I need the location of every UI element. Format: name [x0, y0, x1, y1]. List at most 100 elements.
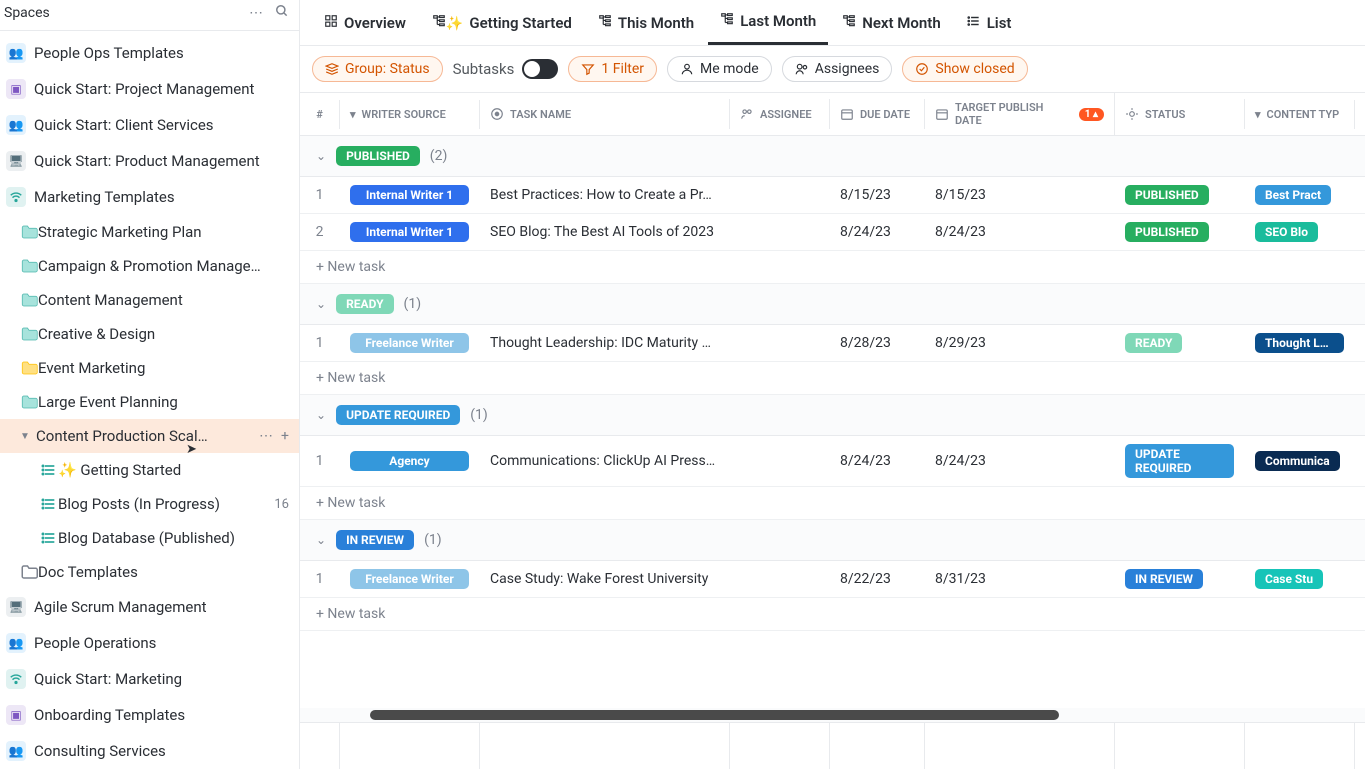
status-cell[interactable]: READY: [1115, 325, 1245, 361]
chevron-down-icon[interactable]: ⌄: [316, 408, 326, 422]
sidebar-item[interactable]: Marketing Templates: [0, 179, 299, 215]
sidebar-item[interactable]: Strategic Marketing Plan: [0, 215, 299, 249]
sidebar-item[interactable]: Blog Posts (In Progress)16: [0, 487, 299, 521]
target-date-cell[interactable]: 8/29/23: [925, 327, 1115, 359]
subtasks-toggle[interactable]: [522, 59, 558, 79]
show-closed-pill[interactable]: Show closed: [902, 56, 1027, 82]
col-content[interactable]: ▾ CONTENT TYP: [1245, 100, 1355, 129]
scrollbar-thumb[interactable]: [370, 710, 1060, 720]
sidebar-item[interactable]: 👥People Operations: [0, 625, 299, 661]
assignee-cell[interactable]: [730, 187, 830, 203]
task-row[interactable]: 1 Freelance Writer Thought Leadership: I…: [300, 325, 1365, 362]
task-name-cell[interactable]: SEO Blog: The Best AI Tools of 2023: [480, 216, 730, 248]
target-date-cell[interactable]: 8/31/23: [925, 563, 1115, 595]
writer-cell[interactable]: Agency: [340, 443, 480, 479]
task-name-cell[interactable]: Case Study: Wake Forest University: [480, 563, 730, 595]
task-row[interactable]: 1 Internal Writer 1 Best Practices: How …: [300, 177, 1365, 214]
assignee-cell[interactable]: [730, 224, 830, 240]
new-task-button[interactable]: + New task: [300, 598, 1365, 631]
more-icon[interactable]: ⋯: [259, 428, 273, 444]
assignee-cell[interactable]: [730, 571, 830, 587]
assignee-cell[interactable]: [730, 335, 830, 351]
sidebar-item[interactable]: Content Management: [0, 283, 299, 317]
target-date-cell[interactable]: 8/24/23: [925, 216, 1115, 248]
due-date-cell[interactable]: 8/15/23: [830, 179, 925, 211]
view-tab[interactable]: Overview: [312, 6, 418, 44]
status-cell[interactable]: PUBLISHED: [1115, 177, 1245, 213]
col-due[interactable]: DUE DATE: [830, 99, 925, 129]
sidebar-item[interactable]: Creative & Design: [0, 317, 299, 351]
new-task-button[interactable]: + New task: [300, 487, 1365, 520]
col-status[interactable]: STATUS: [1115, 99, 1245, 129]
chevron-down-icon[interactable]: ⌄: [316, 533, 326, 547]
sidebar-item[interactable]: ✨ Getting Started: [0, 453, 299, 487]
view-tab[interactable]: This Month: [586, 6, 706, 44]
sidebar-item[interactable]: ▣Quick Start: Project Management: [0, 71, 299, 107]
new-task-button[interactable]: + New task: [300, 362, 1365, 395]
sidebar-item[interactable]: Blog Database (Published): [0, 521, 299, 555]
task-name-cell[interactable]: Best Practices: How to Create a Pr…: [480, 179, 730, 211]
sidebar-item[interactable]: 👥People Ops Templates: [0, 35, 299, 71]
me-mode-pill[interactable]: Me mode: [667, 56, 772, 82]
sidebar-item[interactable]: 🖥Agile Scrum Management: [0, 589, 299, 625]
sidebar-item[interactable]: Large Event Planning: [0, 385, 299, 419]
content-type-cell[interactable]: Case Stu: [1245, 561, 1355, 597]
writer-cell[interactable]: Freelance Writer: [340, 325, 480, 361]
horizontal-scrollbar[interactable]: [300, 708, 1365, 722]
group-pill[interactable]: Group: Status: [312, 56, 443, 82]
content-type-cell[interactable]: Best Pract: [1245, 177, 1355, 213]
assignee-cell[interactable]: [730, 453, 830, 469]
status-cell[interactable]: PUBLISHED: [1115, 214, 1245, 250]
content-type-cell[interactable]: SEO Blo: [1245, 214, 1355, 250]
group-header[interactable]: ⌄ UPDATE REQUIRED (1): [300, 395, 1365, 436]
chevron-down-icon[interactable]: ⌄: [316, 149, 326, 163]
view-tab[interactable]: Last Month: [708, 4, 828, 45]
group-header[interactable]: ⌄ PUBLISHED (2): [300, 136, 1365, 177]
chevron-down-icon[interactable]: ⌄: [316, 297, 326, 311]
sidebar-item[interactable]: Doc Templates: [0, 555, 299, 589]
sidebar-item[interactable]: 🖥Quick Start: Product Management: [0, 143, 299, 179]
sidebar-item[interactable]: ▼Content Production Scal…⋯+: [0, 419, 299, 453]
sidebar-item[interactable]: Campaign & Promotion Manage…: [0, 249, 299, 283]
due-date-cell[interactable]: 8/28/23: [830, 327, 925, 359]
plus-icon[interactable]: +: [281, 428, 289, 444]
status-cell[interactable]: UPDATE REQUIRED: [1115, 436, 1245, 486]
col-target[interactable]: TARGET PUBLISH DATE 1 ▴: [925, 93, 1115, 135]
task-row[interactable]: 1 Freelance Writer Case Study: Wake Fore…: [300, 561, 1365, 598]
group-header[interactable]: ⌄ READY (1): [300, 284, 1365, 325]
sidebar-item[interactable]: 👥Consulting Services: [0, 733, 299, 769]
col-number[interactable]: #: [300, 100, 340, 129]
status-cell[interactable]: IN REVIEW: [1115, 561, 1245, 597]
target-date-cell[interactable]: 8/15/23: [925, 179, 1115, 211]
content-type-cell[interactable]: Communica: [1245, 443, 1355, 479]
due-date-cell[interactable]: 8/24/23: [830, 445, 925, 477]
task-row[interactable]: 2 Internal Writer 1 SEO Blog: The Best A…: [300, 214, 1365, 251]
task-name-cell[interactable]: Communications: ClickUp AI Press…: [480, 445, 730, 477]
view-tab[interactable]: Next Month: [830, 6, 952, 44]
chevron-down-icon[interactable]: ▼: [20, 431, 34, 442]
sidebar-item[interactable]: Quick Start: Marketing: [0, 661, 299, 697]
new-task-button[interactable]: + New task: [300, 251, 1365, 284]
filter-pill[interactable]: 1 Filter: [568, 56, 657, 82]
col-writer[interactable]: ▾ WRITER SOURCE: [340, 100, 480, 129]
group-header[interactable]: ⌄ IN REVIEW (1): [300, 520, 1365, 561]
writer-cell[interactable]: Freelance Writer: [340, 561, 480, 597]
target-date-cell[interactable]: 8/24/23: [925, 445, 1115, 477]
view-tab[interactable]: List: [955, 6, 1024, 44]
due-date-cell[interactable]: 8/22/23: [830, 563, 925, 595]
task-row[interactable]: 1 Agency Communications: ClickUp AI Pres…: [300, 436, 1365, 487]
sidebar-item[interactable]: 👥Quick Start: Client Services: [0, 107, 299, 143]
content-type-cell[interactable]: Thought Lead: [1245, 325, 1355, 361]
due-date-cell[interactable]: 8/24/23: [830, 216, 925, 248]
sidebar-item[interactable]: ▣Onboarding Templates: [0, 697, 299, 733]
writer-cell[interactable]: Internal Writer 1: [340, 214, 480, 250]
task-name-cell[interactable]: Thought Leadership: IDC Maturity …: [480, 327, 730, 359]
assignees-pill[interactable]: Assignees: [782, 56, 893, 82]
col-task[interactable]: TASK NAME: [480, 99, 730, 129]
view-tab[interactable]: ✨Getting Started: [420, 6, 584, 44]
sidebar-item[interactable]: Event Marketing: [0, 351, 299, 385]
writer-cell[interactable]: Internal Writer 1: [340, 177, 480, 213]
col-assignee[interactable]: ASSIGNEE: [730, 99, 830, 129]
search-icon[interactable]: [275, 4, 289, 22]
more-icon[interactable]: ⋯: [249, 5, 263, 21]
